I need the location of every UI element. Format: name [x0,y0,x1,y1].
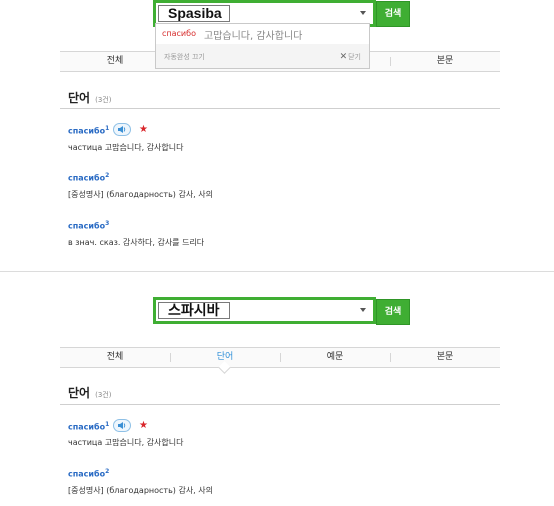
entry-word-link[interactable]: спасибо3 [68,220,109,231]
entry-superscript: 1 [105,421,110,428]
entry-superscript: 2 [105,172,110,179]
search-button[interactable]: 검색 [376,299,410,325]
entry-word-text: спасибо [68,221,106,231]
panel-seupasiba: 스파시바 검색 전체 단어 예문 본문 단어 (3건) спасибо1 ★ ча… [0,297,554,506]
suggestion-word: спасибо [162,29,196,38]
entry-word-text: спасибо [68,422,106,432]
close-label: 닫기 [348,53,361,61]
entry-word-text: спасибо [68,126,106,136]
autocomplete-dropdown: спасибо 고맙습니다, 감사합니다 자동완성 끄기 ✕닫기 [155,23,370,69]
section-title-text: 단어 [68,386,91,400]
active-tab-marker [218,361,231,374]
search-query-caption: 스파시바 [158,302,230,319]
entry-word-text: спасибо [68,469,106,479]
section-title: 단어 (3건) [68,384,111,401]
entry-definition: частица 고맙습니다, 감사합니다 [68,438,184,447]
close-icon: ✕ [339,52,348,62]
tab-words[interactable]: 단어 [170,348,280,374]
result-count: (3건) [95,96,112,104]
speaker-icon[interactable] [113,419,131,432]
entry-word-link[interactable]: спасибо1 [68,125,109,136]
tab-all[interactable]: 전체 [60,348,170,367]
entry-word-link[interactable]: спасибо1 [68,421,109,432]
star-icon[interactable]: ★ [139,421,148,431]
section-title-text: 단어 [68,91,91,105]
search-input[interactable]: 스파시바 [153,297,376,324]
entry-word-link[interactable]: спасибо2 [68,172,109,183]
result-count: (3건) [95,391,112,399]
autocomplete-off-link[interactable]: 자동완성 끄기 [164,52,205,62]
section-divider [60,404,500,405]
suggestion-meaning: 고맙습니다, 감사합니다 [204,31,303,42]
autocomplete-close-button[interactable]: ✕닫기 [340,52,361,62]
chevron-down-icon[interactable] [360,11,366,15]
entry-superscript: 2 [105,468,110,475]
search-tabs: 전체 단어 예문 본문 [60,347,500,374]
panel-spasiba: Spasiba 검색 спасибо 고맙습니다, 감사합니다 자동완성 끄기 … [0,0,554,268]
section-divider [60,108,500,109]
tab-words-label: 단어 [216,352,234,362]
entry-superscript: 1 [105,125,110,132]
entry-superscript: 3 [105,220,110,227]
tab-examples[interactable]: 예문 [280,348,390,367]
search-query-caption: Spasiba [158,5,230,22]
suggestion-item[interactable]: спасибо 고맙습니다, 감사합니다 [156,24,369,44]
tab-body[interactable]: 본문 [390,348,500,367]
entry-definition: [중성명사] (благодарность) 감사, 사의 [68,486,213,495]
star-icon[interactable]: ★ [139,125,148,135]
tab-body[interactable]: 본문 [390,52,500,71]
section-title: 단어 (3건) [68,89,111,106]
panel-divider [0,271,554,272]
search-button[interactable]: 검색 [376,1,410,27]
entry-word-link[interactable]: спасибо2 [68,468,109,479]
entry-definition: в знач. сказ. 감사하다, 감사를 드리다 [68,238,205,247]
tab-all[interactable]: 전체 [60,52,170,71]
entry-word-text: спасибо [68,173,106,183]
entry-definition: [중성명사] (благодарность) 감사, 사의 [68,190,213,199]
entry-definition: частица 고맙습니다, 감사합니다 [68,143,184,152]
chevron-down-icon[interactable] [360,308,366,312]
speaker-icon[interactable] [113,123,131,136]
